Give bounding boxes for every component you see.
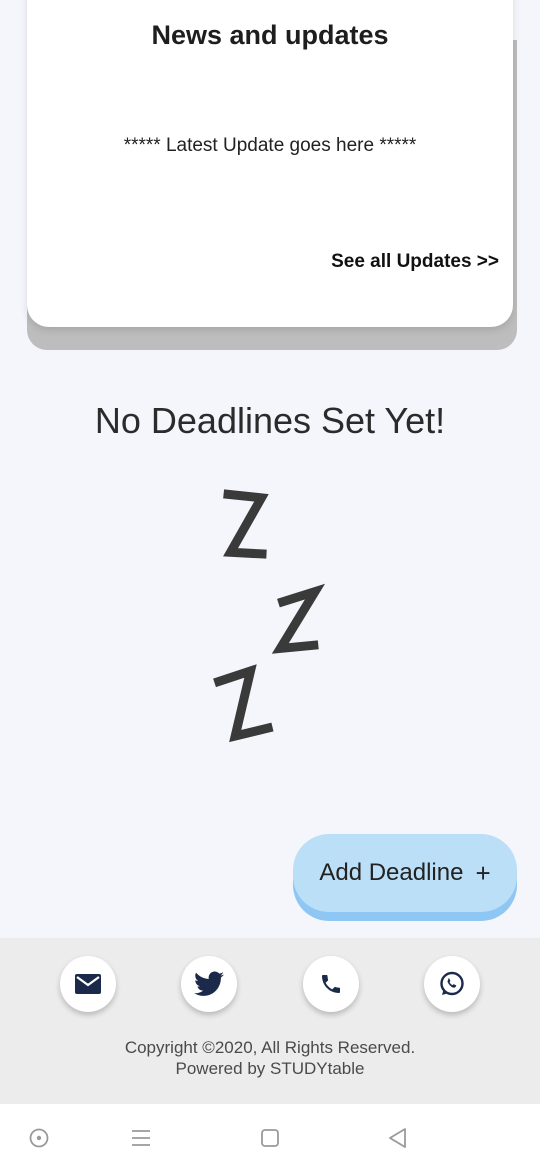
home-square-icon[interactable]: [256, 1124, 284, 1152]
add-deadline-label: Add Deadline: [319, 859, 464, 886]
phone-button[interactable]: [303, 956, 359, 1012]
powered-by-text: Powered by STUDYtable: [175, 1059, 365, 1078]
latest-update-text: ***** Latest Update goes here *****: [123, 135, 417, 156]
news-title: News and updates: [151, 20, 389, 50]
footer-copyright: Copyright ©2020, All Rights Reserved. Po…: [0, 1037, 540, 1079]
email-button[interactable]: [60, 956, 116, 1012]
phone-icon: [322, 975, 340, 993]
back-triangle-icon[interactable]: [384, 1124, 412, 1152]
plus-icon: +: [475, 857, 491, 888]
whatsapp-icon: [440, 971, 464, 996]
system-navigation-bar: [0, 1104, 540, 1170]
add-deadline-button[interactable]: Add Deadline +: [293, 834, 517, 912]
copyright-text: Copyright ©2020, All Rights Reserved.: [124, 1038, 416, 1057]
whatsapp-button[interactable]: [424, 956, 480, 1012]
circle-dot-icon[interactable]: [25, 1124, 53, 1152]
twitter-button[interactable]: [181, 956, 237, 1012]
mail-icon: [75, 974, 101, 994]
see-all-updates-link[interactable]: See all Updates >>: [331, 251, 499, 273]
news-card: News and updates ***** Latest Update goe…: [27, 0, 513, 327]
twitter-icon: [194, 971, 224, 996]
no-deadlines-message: No Deadlines Set Yet!: [94, 400, 446, 441]
menu-icon[interactable]: [127, 1124, 155, 1152]
